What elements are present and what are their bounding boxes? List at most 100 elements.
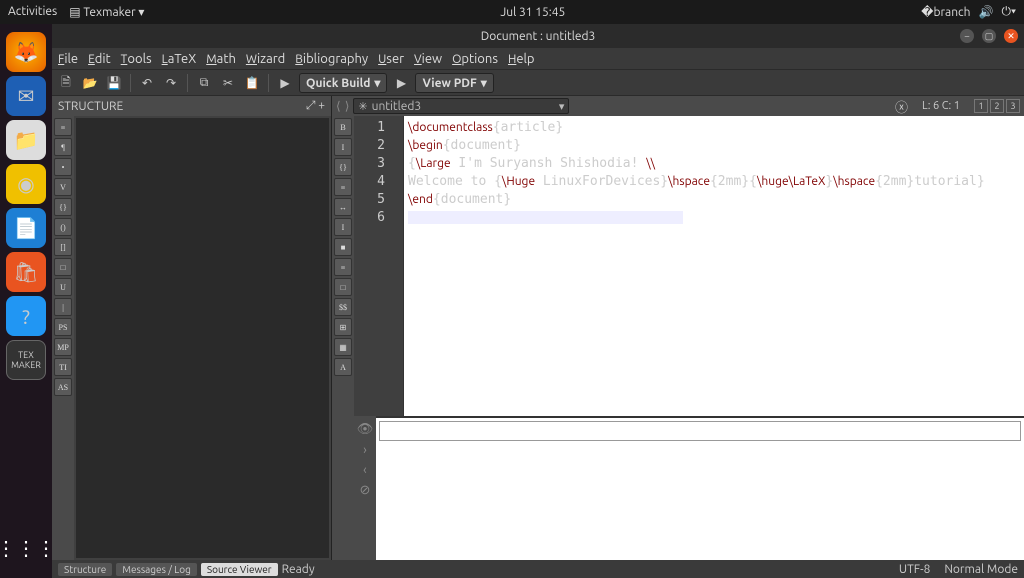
menu-wizard[interactable]: Wizard: [246, 52, 285, 66]
find-next-icon[interactable]: ›: [363, 443, 367, 457]
structure-tool-icon[interactable]: ≡: [54, 118, 72, 136]
structure-tool-icon[interactable]: V: [54, 178, 72, 196]
menu-user[interactable]: User: [378, 52, 404, 66]
paste-button[interactable]: 📋: [242, 73, 262, 93]
thunderbird-icon[interactable]: ✉: [6, 76, 46, 116]
structure-tool-icon[interactable]: •: [54, 158, 72, 176]
find-toggle-icon[interactable]: 👁: [357, 422, 374, 437]
editor-tool-icon[interactable]: ⊞: [334, 318, 352, 336]
code-editor[interactable]: 123456 \documentclass{article} \begin{do…: [354, 116, 1024, 416]
structure-tool-icon[interactable]: MP: [54, 338, 72, 356]
menubar: File Edit Tools LaTeX Math Wizard Biblio…: [52, 48, 1024, 70]
structure-tool-icon[interactable]: |: [54, 298, 72, 316]
structure-tool-icon[interactable]: []: [54, 238, 72, 256]
code-content[interactable]: \documentclass{article} \begin{document}…: [404, 116, 1024, 416]
editor-tool-icon[interactable]: $$: [334, 298, 352, 316]
app-menu-indicator[interactable]: ▤ Texmaker ▾: [69, 5, 144, 19]
texmaker-window: Document : untitled3 – ▢ ✕ File Edit Too…: [52, 24, 1024, 578]
editor-tool-icon[interactable]: B: [334, 118, 352, 136]
structure-tool-icon[interactable]: PS: [54, 318, 72, 336]
next-tab-button[interactable]: ⟩: [345, 99, 350, 113]
show-apps-icon[interactable]: ⋮⋮⋮: [6, 528, 46, 568]
ubuntu-dock: 🦊 ✉ 📁 ◉ 📄 🛍 ? TEXMAKER ⋮⋮⋮: [0, 24, 52, 578]
menu-view[interactable]: View: [414, 52, 442, 66]
menu-file[interactable]: File: [58, 52, 78, 66]
save-file-button[interactable]: 💾: [104, 73, 124, 93]
activities-button[interactable]: Activities: [8, 5, 57, 19]
run-build-button[interactable]: ▶: [275, 73, 295, 93]
firefox-icon[interactable]: 🦊: [6, 32, 46, 72]
window-titlebar: Document : untitled3 – ▢ ✕: [52, 24, 1024, 48]
editor-tool-icon[interactable]: I: [334, 218, 352, 236]
prev-tab-button[interactable]: ⟨: [336, 99, 341, 113]
network-icon[interactable]: �branch: [921, 5, 970, 19]
status-structure-button[interactable]: Structure: [58, 563, 112, 576]
writer-icon[interactable]: 📄: [6, 208, 46, 248]
menu-tools[interactable]: Tools: [121, 52, 152, 66]
structure-tool-icon[interactable]: U: [54, 278, 72, 296]
help-icon[interactable]: ?: [6, 296, 46, 336]
menu-math[interactable]: Math: [206, 52, 236, 66]
pane-1-button[interactable]: 1: [974, 99, 988, 113]
status-ready: Ready: [282, 563, 315, 576]
find-prev-icon[interactable]: ‹: [363, 463, 367, 477]
maximize-button[interactable]: ▢: [982, 29, 996, 43]
cursor-position: L: 6 C: 1: [922, 100, 960, 112]
structure-tool-icon[interactable]: AS: [54, 378, 72, 396]
status-messages-button[interactable]: Messages / Log: [116, 563, 197, 576]
menu-options[interactable]: Options: [452, 52, 498, 66]
redo-button[interactable]: ↷: [161, 73, 181, 93]
editor-tool-icon[interactable]: ≡: [334, 178, 352, 196]
files-icon[interactable]: 📁: [6, 120, 46, 160]
editor-tool-icon[interactable]: ▦: [334, 338, 352, 356]
software-icon[interactable]: 🛍: [6, 252, 46, 292]
status-mode: Normal Mode: [944, 563, 1018, 576]
pane-2-button[interactable]: 2: [990, 99, 1004, 113]
structure-tool-icon[interactable]: (): [54, 218, 72, 236]
structure-tree[interactable]: [76, 118, 329, 558]
editor-tool-icon[interactable]: ■: [334, 238, 352, 256]
structure-title: STRUCTURE: [58, 100, 123, 113]
menu-bibliography[interactable]: Bibliography: [295, 52, 368, 66]
structure-tool-icon[interactable]: ¶: [54, 138, 72, 156]
copy-button[interactable]: ⧉: [194, 73, 214, 93]
menu-help[interactable]: Help: [508, 52, 535, 66]
document-tab[interactable]: ✳ untitled3▾: [353, 98, 569, 114]
open-file-button[interactable]: 📂: [80, 73, 100, 93]
structure-tool-icon[interactable]: TI: [54, 358, 72, 376]
structure-add-icon[interactable]: +: [318, 99, 325, 112]
structure-expand-icon[interactable]: ⤢: [306, 99, 316, 112]
texmaker-icon[interactable]: TEXMAKER: [6, 340, 46, 380]
new-file-button[interactable]: 🗎: [56, 73, 76, 93]
pane-3-button[interactable]: 3: [1006, 99, 1020, 113]
power-icon[interactable]: ⏻▾: [1001, 5, 1016, 19]
rhythmbox-icon[interactable]: ◉: [6, 164, 46, 204]
clock[interactable]: Jul 31 15:45: [144, 6, 921, 19]
close-tab-icon[interactable]: ⓧ: [895, 97, 908, 116]
find-close-icon[interactable]: ⊘: [360, 483, 371, 498]
status-source-button[interactable]: Source Viewer: [201, 563, 278, 576]
structure-panel: STRUCTURE ⤢ + ≡ ¶ • V {} () [] □ U | PS MP TI AS: [52, 96, 332, 560]
editor-tool-icon[interactable]: I: [334, 138, 352, 156]
editor-tool-icon[interactable]: □: [334, 278, 352, 296]
editor-tool-icon[interactable]: ≡: [334, 258, 352, 276]
main-toolbar: 🗎 📂 💾 ↶ ↷ ⧉ ✂ 📋 ▶ Quick Build ▾ ▶ View P…: [52, 70, 1024, 96]
menu-edit[interactable]: Edit: [88, 52, 111, 66]
editor-tool-icon[interactable]: ↔: [334, 198, 352, 216]
close-button[interactable]: ✕: [1004, 29, 1018, 43]
structure-tool-icon[interactable]: □: [54, 258, 72, 276]
find-input[interactable]: [379, 421, 1021, 441]
gnome-topbar: Activities ▤ Texmaker ▾ Jul 31 15:45 �br…: [0, 0, 1024, 24]
editor-tool-icon[interactable]: A: [334, 358, 352, 376]
view-pdf-dropdown[interactable]: View PDF ▾: [415, 73, 493, 93]
editor-tool-icon[interactable]: {}: [334, 158, 352, 176]
menu-latex[interactable]: LaTeX: [162, 52, 197, 66]
line-gutter: 123456: [354, 116, 404, 416]
run-view-button[interactable]: ▶: [391, 73, 411, 93]
quick-build-dropdown[interactable]: Quick Build ▾: [299, 73, 387, 93]
cut-button[interactable]: ✂: [218, 73, 238, 93]
volume-icon[interactable]: 🔊: [979, 5, 994, 19]
undo-button[interactable]: ↶: [137, 73, 157, 93]
minimize-button[interactable]: –: [960, 29, 974, 43]
structure-tool-icon[interactable]: {}: [54, 198, 72, 216]
